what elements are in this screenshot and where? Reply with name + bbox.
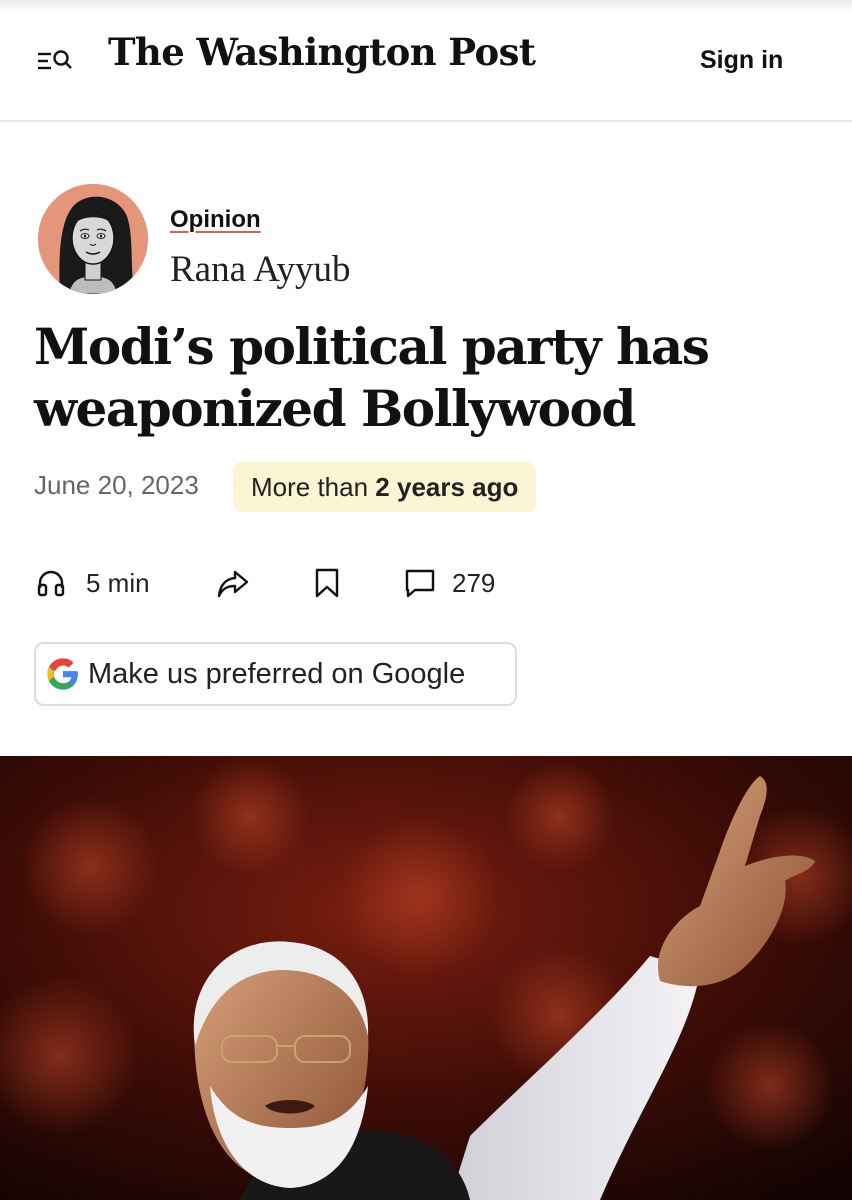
article-headline: Modi’s political party has weaponized Bo… [34,316,824,440]
google-button-label: Make us preferred on Google [88,657,466,690]
listen-button[interactable]: 5 min [36,566,150,600]
headline-line-2: weaponized Bollywood [34,379,636,438]
share-button[interactable] [216,566,250,600]
site-logo[interactable]: The Washington Post [108,30,536,74]
site-header: The Washington Post Sign in [0,0,852,122]
comment-count: 279 [452,567,496,598]
age-value: 2 years ago [375,472,519,502]
headphones-icon [37,570,65,597]
header-shadow [0,0,852,14]
author-name[interactable]: Rana Ayyub [170,248,351,291]
hero-photo [0,756,852,1200]
author-avatar[interactable] [38,184,148,294]
google-logo-icon [47,658,78,690]
menu-search-button[interactable] [36,44,76,78]
section-label[interactable]: Opinion [170,206,261,234]
menu-search-icon [38,50,72,70]
bookmark-icon [315,568,339,598]
publish-date: June 20, 2023 [34,470,199,500]
google-preferred-button[interactable]: Make us preferred on Google [34,642,517,706]
sign-in-button[interactable]: Sign in [700,46,783,75]
headline-line-1: Modi’s political party has [34,317,710,376]
share-icon [217,570,249,598]
hero-image [0,756,852,1200]
save-button[interactable] [312,566,342,600]
comment-icon [405,569,435,598]
listen-duration: 5 min [86,567,150,598]
comments-button[interactable]: 279 [404,566,495,600]
age-badge: More than 2 years ago [233,462,537,512]
author-illustration-icon [38,184,148,294]
age-prefix: More than [251,472,376,502]
